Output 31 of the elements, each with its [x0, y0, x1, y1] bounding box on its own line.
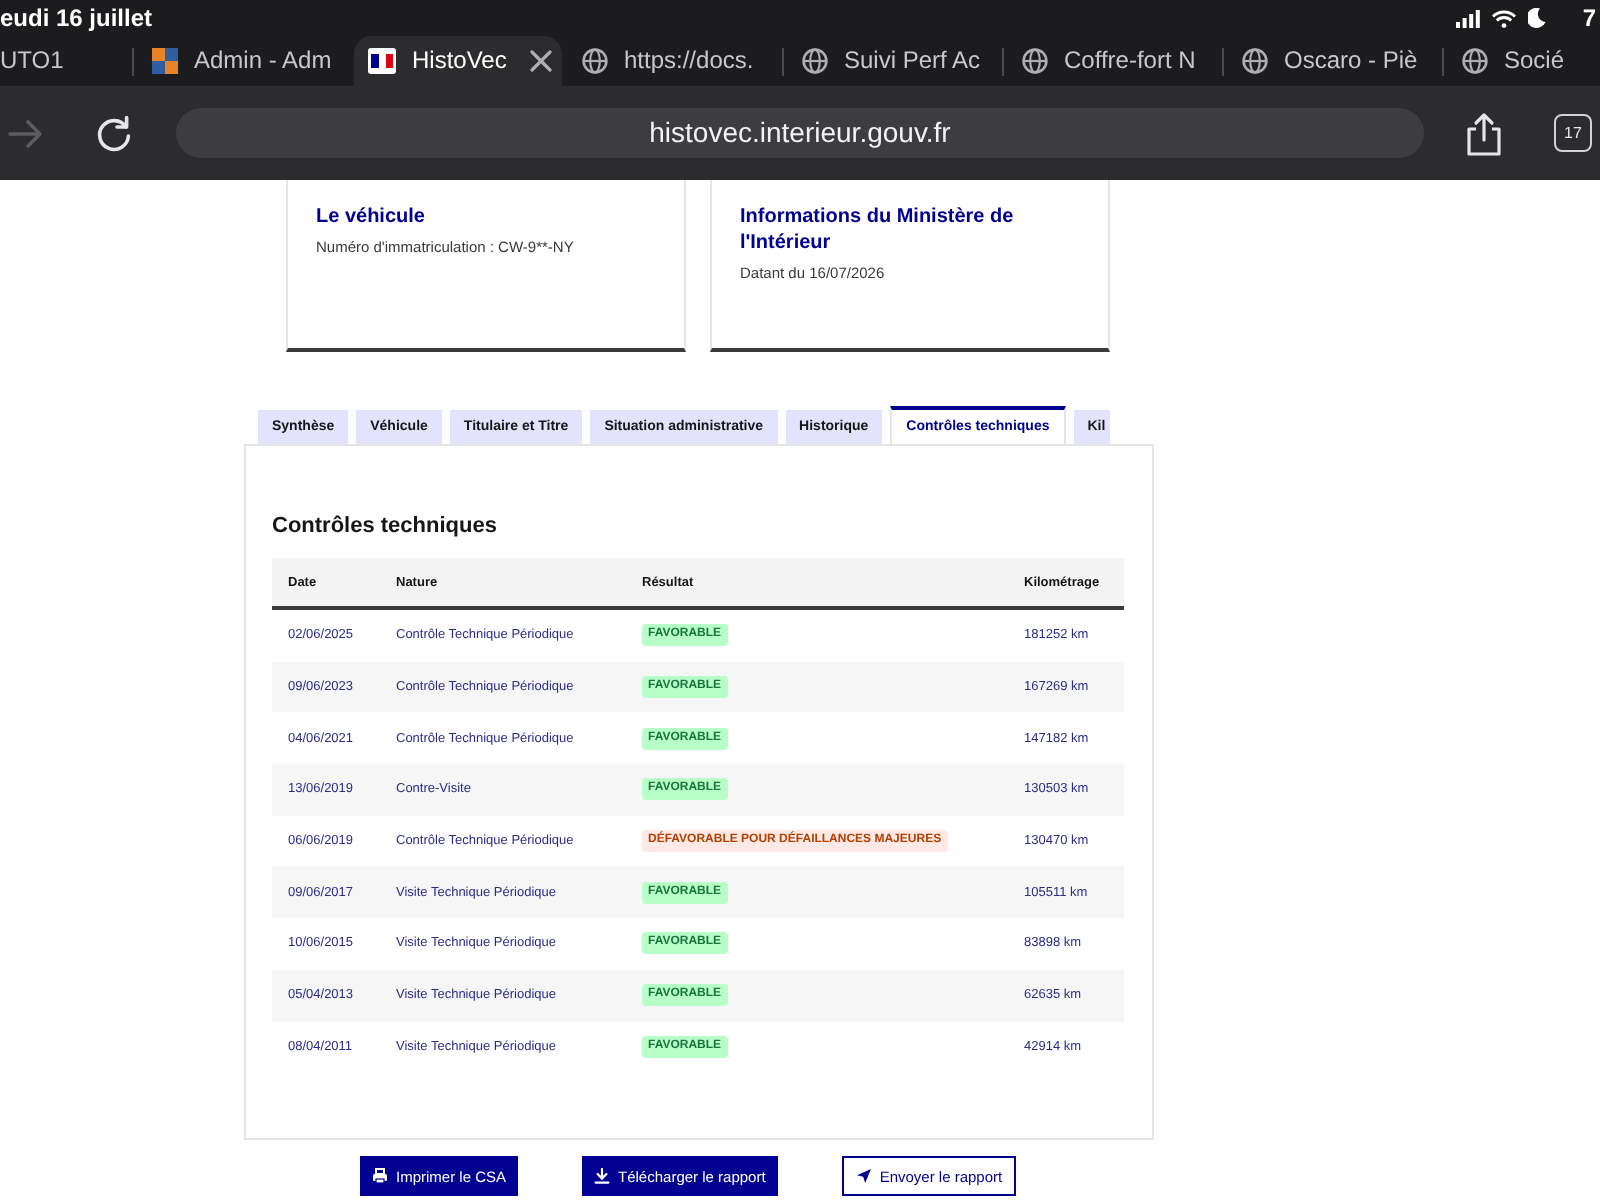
wifi-icon	[1492, 9, 1517, 27]
section-heading: Contrôles techniques	[272, 512, 499, 542]
close-icon[interactable]	[530, 50, 553, 72]
browser-tab[interactable]: Socié	[1444, 36, 1600, 86]
globe-icon	[802, 48, 828, 74]
card-title: Le véhicule	[316, 204, 427, 230]
send-icon	[855, 1168, 872, 1184]
globe-icon	[582, 48, 608, 74]
browser-tab[interactable]: Oscaro - Piè	[1224, 36, 1442, 86]
tiles-icon	[152, 48, 178, 74]
globe-icon	[1242, 48, 1268, 74]
browser-tab[interactable]: Admin - Adm	[134, 36, 352, 86]
share-icon[interactable]	[1466, 111, 1502, 155]
battery-level: 7	[1582, 4, 1596, 32]
browser-tab[interactable]: HistoVec	[354, 36, 562, 86]
globe-icon	[1462, 48, 1488, 74]
flag-icon	[368, 48, 396, 74]
signal-icon	[1456, 9, 1481, 27]
browser-tab[interactable]: Suivi Perf Ac	[784, 36, 1002, 86]
globe-icon	[1022, 48, 1048, 74]
status-date: eudi 16 juillet	[0, 4, 153, 32]
download-icon	[594, 1168, 611, 1184]
printer-icon	[372, 1168, 388, 1184]
browser-tab[interactable]: https://docs.	[564, 36, 782, 86]
card-title: Informations du Ministère de l'Intérieur	[740, 204, 1016, 256]
address-field[interactable]: histovec.interieur.gouv.fr	[176, 108, 1424, 158]
browser-tab[interactable]: Coffre-fort N	[1004, 36, 1222, 86]
tab-count-button[interactable]: 17	[1554, 114, 1592, 152]
browser-tab[interactable]: UTO1	[0, 36, 132, 86]
moon-icon	[1528, 8, 1547, 28]
reload-icon[interactable]	[94, 113, 134, 153]
